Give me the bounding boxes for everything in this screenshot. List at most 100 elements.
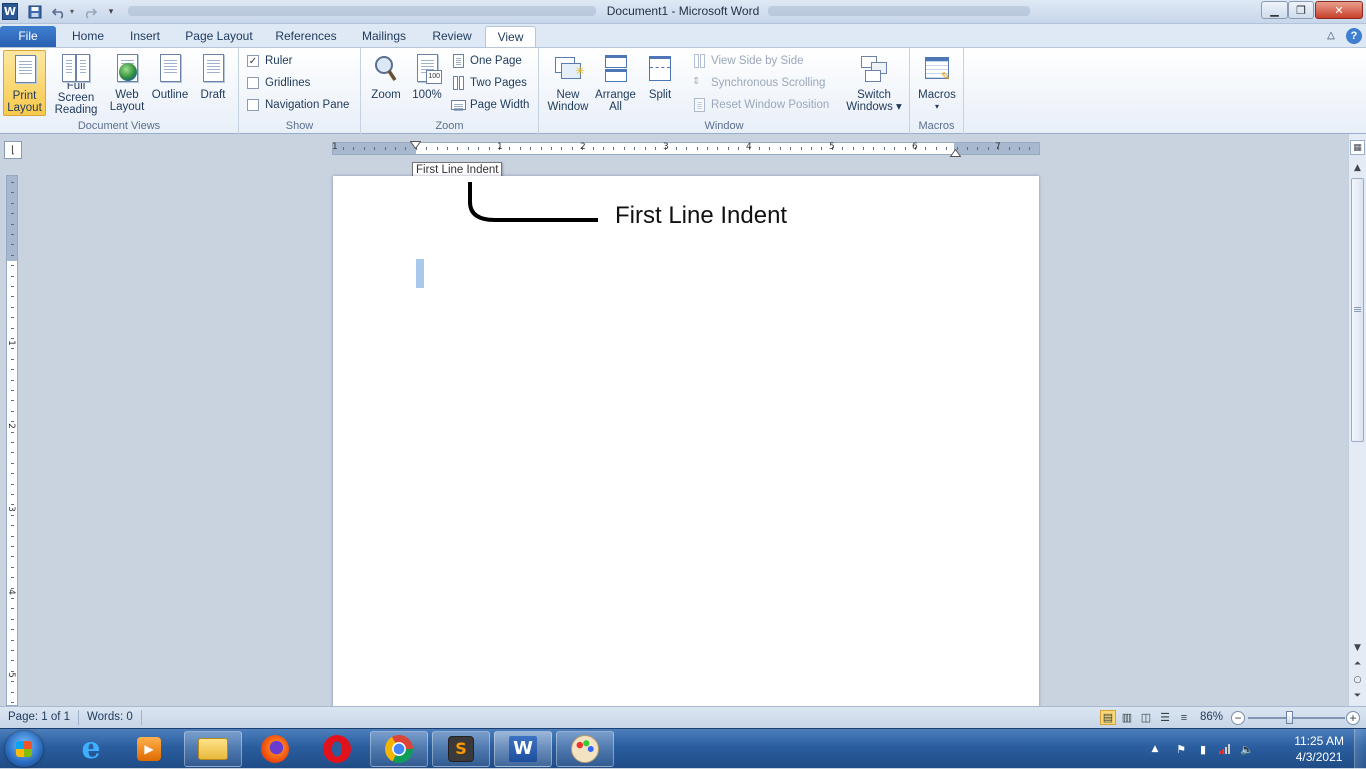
outline-view-icon[interactable]: ☰ (1157, 710, 1173, 725)
ruler-number: 1 (497, 142, 503, 152)
vertical-scrollbar[interactable]: ▦ ▲ ▼ ⏶ ○ ⏷ (1348, 134, 1366, 706)
gridlines-checkbox-box[interactable] (247, 77, 259, 89)
taskbar-internet-explorer[interactable]: e (62, 731, 120, 767)
status-bar: Page: 1 of 1 Words: 0 ▤ ▥ ◫ ☰ ≡ 86% − + (0, 706, 1366, 728)
battery-icon[interactable]: ▮ (1196, 742, 1210, 756)
tab-review[interactable]: Review (424, 26, 480, 48)
zoom-slider-thumb[interactable] (1286, 711, 1293, 724)
view-ruler-toggle-icon[interactable]: ▦ (1350, 140, 1365, 155)
ruler-tick (988, 147, 989, 150)
scroll-up-button[interactable]: ▲ (1350, 160, 1365, 175)
ruler-checkbox-box[interactable]: ✓ (247, 55, 259, 67)
first-line-indent-marker[interactable] (409, 139, 422, 150)
switch-windows-button[interactable]: Switch Windows ▾ (843, 50, 905, 116)
web-layout-button[interactable]: Web Layout (107, 50, 147, 116)
page-width-button[interactable]: Page Width (451, 95, 529, 115)
page-count[interactable]: Page: 1 of 1 (8, 711, 70, 723)
zoom-100-button[interactable]: 100 100% (409, 50, 445, 116)
vertical-ruler[interactable]: 1 2 3 4 5 (6, 175, 18, 706)
navigation-pane-checkbox-box[interactable] (247, 99, 259, 111)
action-center-flag-icon[interactable]: ⚑ (1174, 742, 1188, 756)
show-hidden-icons[interactable]: ▲ (1148, 742, 1162, 756)
right-indent-marker[interactable] (949, 147, 962, 160)
reset-window-position-label: Reset Window Position (711, 99, 830, 111)
next-page-button[interactable]: ⏷ (1350, 688, 1365, 703)
tab-page-layout[interactable]: Page Layout (180, 26, 258, 48)
zoom-level[interactable]: 86% (1200, 711, 1223, 723)
print-layout-button[interactable]: Print Layout (3, 50, 46, 116)
macros-button[interactable]: ✎ Macros ▾ (914, 50, 960, 116)
two-pages-button[interactable]: Two Pages (451, 73, 527, 93)
status-divider (141, 710, 142, 725)
page-width-icon (451, 98, 466, 112)
scroll-down-button[interactable]: ▼ (1350, 640, 1365, 655)
zoom-in-button[interactable]: + (1346, 711, 1360, 725)
print-layout-view-icon[interactable]: ▤ (1100, 710, 1116, 725)
horizontal-ruler[interactable]: 1 1 2 3 4 5 6 7 (332, 142, 1040, 155)
tab-references[interactable]: References (268, 26, 344, 48)
outline-button[interactable]: Outline (148, 50, 192, 116)
close-button[interactable]: ✕ (1315, 1, 1363, 19)
scroll-thumb[interactable] (1351, 178, 1364, 442)
taskbar-media-player[interactable]: ▶ (120, 731, 178, 767)
gridlines-checkbox[interactable]: Gridlines (247, 73, 310, 93)
zoom-slider-track[interactable] (1248, 717, 1345, 719)
word-count[interactable]: Words: 0 (87, 711, 133, 723)
ruler-tick (873, 147, 874, 150)
zoom-out-button[interactable]: − (1231, 711, 1245, 725)
show-desktop-button[interactable] (1354, 729, 1366, 769)
ruler-tick (405, 147, 406, 150)
new-window-button[interactable]: ✳ New Window (544, 50, 592, 116)
taskbar-paint[interactable] (556, 731, 614, 767)
ruler-tick (551, 147, 552, 150)
ruler-tick (707, 147, 708, 150)
minimize-ribbon-icon[interactable]: △ (1324, 26, 1338, 48)
taskbar-firefox[interactable] (246, 731, 304, 767)
vertical-ruler-tick (11, 515, 14, 516)
tab-file[interactable]: File (0, 26, 56, 48)
taskbar-chrome[interactable] (370, 731, 428, 767)
one-page-button[interactable]: One Page (451, 51, 522, 71)
taskbar-word[interactable]: W (494, 731, 552, 767)
page-width-label: Page Width (470, 99, 530, 111)
synchronous-scrolling-button[interactable]: ⇕ Synchronous Scrolling (692, 73, 825, 93)
reset-window-position-button[interactable]: Reset Window Position (692, 95, 829, 115)
web-layout-view-icon[interactable]: ◫ (1138, 710, 1154, 725)
tab-mailings[interactable]: Mailings (354, 26, 414, 48)
previous-page-button[interactable]: ⏶ (1350, 656, 1365, 671)
gridlines-label: Gridlines (265, 77, 311, 89)
taskbar-opera[interactable] (308, 731, 366, 767)
taskbar-file-explorer[interactable] (184, 731, 242, 767)
tab-insert[interactable]: Insert (120, 26, 170, 48)
tab-selector[interactable]: ⌊ (4, 141, 22, 159)
arrange-all-button[interactable]: Arrange All (593, 50, 638, 116)
ruler-tick (821, 147, 822, 150)
ruler-label: Ruler (265, 55, 293, 67)
split-button[interactable]: Split (641, 50, 679, 116)
clock[interactable]: 11:25 AM 4/3/2021 (1294, 733, 1344, 765)
help-icon[interactable]: ? (1346, 28, 1362, 44)
draft-view-icon[interactable]: ≡ (1176, 710, 1192, 725)
view-side-by-side-button[interactable]: View Side by Side (692, 51, 803, 71)
ruler-tick (374, 147, 375, 150)
start-button[interactable] (5, 731, 43, 767)
taskbar-sublime-text[interactable]: S (432, 731, 490, 767)
zoom-button[interactable]: Zoom (367, 50, 405, 116)
minimize-button[interactable]: ▁ (1261, 1, 1288, 19)
tab-home[interactable]: Home (62, 26, 114, 48)
draft-button[interactable]: Draft (194, 50, 232, 116)
restore-button[interactable]: ❐ (1288, 1, 1314, 19)
full-screen-reading-button[interactable]: Full Screen Reading (47, 50, 105, 116)
ruler-checkbox[interactable]: ✓ Ruler (247, 51, 292, 71)
browse-object-button[interactable]: ○ (1350, 672, 1365, 687)
navigation-pane-checkbox[interactable]: Navigation Pane (247, 95, 349, 115)
full-screen-reading-view-icon[interactable]: ▥ (1119, 710, 1135, 725)
ruler-tick (1019, 147, 1020, 150)
group-document-views: Print Layout Full Screen Reading Web Lay… (0, 48, 239, 134)
network-signal-icon[interactable] (1218, 742, 1232, 756)
vertical-ruler-tick (11, 608, 14, 609)
volume-icon[interactable]: 🔈 (1240, 742, 1254, 756)
document-page[interactable]: First Line Indent (333, 176, 1039, 716)
vertical-ruler-tick (11, 660, 14, 661)
tab-view[interactable]: View (485, 26, 536, 48)
